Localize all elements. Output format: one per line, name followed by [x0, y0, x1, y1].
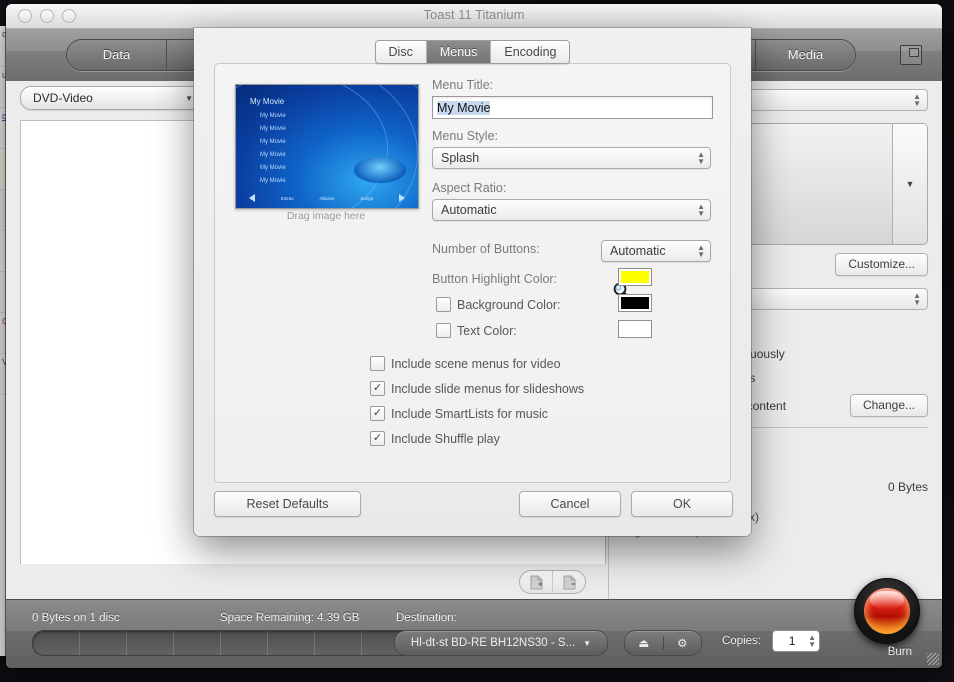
next-arrow-icon	[399, 194, 406, 202]
previous-arrow-icon	[248, 194, 255, 202]
preview-item: My Movie	[260, 139, 286, 145]
checkbox-label: Include slide menus for slideshows	[391, 381, 585, 396]
checkbox-label: Include Shuffle play	[391, 431, 500, 446]
menu-preview-thumbnail[interactable]: My Movie My Movie My Movie My Movie My M…	[235, 84, 419, 209]
window-title: Toast 11 Titanium	[423, 7, 525, 22]
window-titlebar: Toast 11 Titanium	[6, 4, 942, 29]
checkbox-icon[interactable]	[436, 323, 451, 338]
preview-menu-title: My Movie	[250, 97, 285, 106]
nav-label: Extras	[280, 195, 294, 201]
stepper-icon[interactable]: ▲ ▼	[697, 203, 705, 218]
checkbox-smartlists[interactable]: ✓ Include SmartLists for music	[370, 406, 548, 421]
checkbox-shuffle-play[interactable]: ✓ Include Shuffle play	[370, 431, 500, 446]
checkbox-icon[interactable]	[370, 356, 385, 371]
copies-label: Copies:	[722, 635, 761, 647]
preview-item: My Movie	[260, 126, 286, 132]
button-highlight-color-label: Button Highlight Color:	[432, 272, 558, 286]
preview-item: My Movie	[260, 178, 286, 184]
aspect-ratio-select[interactable]: Automatic ▲ ▼	[432, 199, 711, 221]
menu-title-label: Menu Title:	[432, 78, 494, 92]
button-highlight-color-swatch[interactable]	[618, 268, 652, 286]
drive-actions[interactable]: ⏏ ⚙	[624, 630, 702, 656]
left-footer	[6, 564, 608, 600]
destination-drive-select[interactable]: Hl-dt-st BD-RE BH12NS30 - S... ▼	[394, 630, 608, 656]
reset-defaults-button[interactable]: Reset Defaults	[214, 491, 361, 517]
stepper-icon[interactable]: ▲ ▼	[697, 151, 705, 166]
preview-item: My Movie	[260, 165, 286, 171]
menu-title-input[interactable]: My Movie	[432, 96, 713, 119]
background-color-checkbox-row[interactable]: Background Color:	[436, 297, 561, 312]
menu-style-value: Splash	[441, 151, 480, 165]
menu-title-value: My Movie	[437, 100, 491, 115]
stepper-icon: ▲ ▼	[913, 92, 921, 108]
nav-label: Albums	[319, 195, 335, 201]
background-color-swatch[interactable]	[618, 294, 652, 312]
text-color-label: Text Color:	[457, 323, 517, 338]
number-of-buttons-label: Number of Buttons:	[432, 242, 540, 256]
toolbar-tab-media[interactable]: Media	[756, 40, 855, 70]
status-bar: 0 Bytes on 1 disc Space Remaining: 4.39 …	[6, 578, 942, 668]
text-color-checkbox-row[interactable]: Text Color:	[436, 323, 517, 338]
chevron-down-icon: ▼	[583, 638, 592, 648]
number-of-buttons-select[interactable]: Automatic ▲ ▼	[601, 240, 711, 262]
window-toggle-icon[interactable]	[900, 45, 922, 65]
background-color-label: Background Color:	[457, 297, 561, 312]
checkbox-icon[interactable]	[436, 297, 451, 312]
burn-button[interactable]	[854, 578, 920, 644]
destination-label: Destination:	[396, 612, 457, 624]
resize-grip[interactable]	[927, 653, 939, 665]
number-of-buttons-value: Automatic	[610, 244, 666, 258]
dialog-body: My Movie My Movie My Movie My Movie My M…	[214, 63, 731, 483]
tab-menus[interactable]: Menus	[426, 41, 492, 63]
ok-button[interactable]: OK	[631, 491, 733, 517]
menus-settings-dialog: Disc Menus Encoding My Movie My Movie My…	[194, 28, 751, 536]
aspect-ratio-value: Automatic	[441, 203, 497, 217]
file-action-buttons[interactable]	[519, 570, 586, 594]
gear-icon[interactable]: ⚙	[664, 636, 702, 650]
customize-button[interactable]: Customize...	[835, 253, 928, 276]
checkbox-scene-menus[interactable]: Include scene menus for video	[370, 356, 561, 371]
eject-icon[interactable]: ⏏	[625, 636, 664, 650]
copies-value: 1	[788, 634, 796, 648]
preview-nav-row: Extras Albums Songs	[236, 194, 418, 202]
burn-label: Burn	[887, 646, 912, 658]
cancel-button[interactable]: Cancel	[519, 491, 621, 517]
change-button[interactable]: Change...	[849, 394, 928, 417]
checkbox-icon[interactable]: ✓	[370, 406, 385, 421]
preview-item: My Movie	[260, 152, 286, 158]
disc-format-value: DVD-Video	[33, 91, 93, 105]
space-remaining-text: Space Remaining: 4.39 GB	[220, 612, 360, 624]
checkbox-slide-menus[interactable]: ✓ Include slide menus for slideshows	[370, 381, 584, 396]
checkbox-icon[interactable]: ✓	[370, 431, 385, 446]
tab-encoding[interactable]: Encoding	[491, 41, 570, 63]
tab-disc[interactable]: Disc	[375, 41, 427, 63]
checkbox-label: Include scene menus for video	[391, 356, 561, 371]
add-file-icon[interactable]	[520, 571, 553, 593]
disc-format-popup[interactable]: DVD-Video ▼	[20, 86, 202, 110]
stepper-icon: ▲ ▼	[913, 291, 921, 307]
menu-style-label: Menu Style:	[432, 129, 499, 143]
checkbox-label: Include SmartLists for music	[391, 406, 548, 421]
chevron-down-icon: ▼	[185, 93, 193, 103]
menu-style-select[interactable]: Splash ▲ ▼	[432, 147, 711, 169]
chevron-down-icon[interactable]: ▼	[892, 124, 927, 244]
drag-image-caption: Drag image here	[286, 210, 366, 222]
remove-file-icon[interactable]	[553, 571, 585, 593]
water-droplet-graphic	[354, 157, 406, 183]
disc-usage-text: 0 Bytes on 1 disc	[32, 612, 120, 624]
nav-label: Songs	[360, 195, 374, 201]
dialog-tabs[interactable]: Disc Menus Encoding	[374, 40, 571, 64]
copies-stepper[interactable]: 1 ▲ ▼	[772, 630, 820, 652]
stepper-icon[interactable]: ▲ ▼	[808, 634, 816, 649]
dialog-tabbar: Disc Menus Encoding	[194, 40, 751, 64]
toolbar-tab-data[interactable]: Data	[67, 40, 167, 70]
text-color-swatch[interactable]	[618, 320, 652, 338]
checkbox-icon[interactable]: ✓	[370, 381, 385, 396]
preview-item: My Movie	[260, 113, 286, 119]
stepper-icon[interactable]: ▲ ▼	[697, 244, 705, 259]
aspect-ratio-label: Aspect Ratio:	[432, 181, 507, 195]
drive-name: Hl-dt-st BD-RE BH12NS30 - S...	[410, 637, 576, 649]
